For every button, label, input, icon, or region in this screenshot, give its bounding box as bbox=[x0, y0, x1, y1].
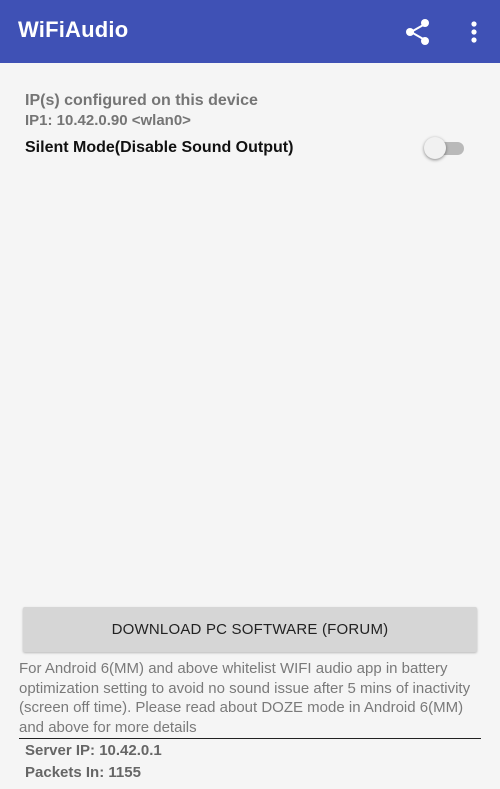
ip-heading: IP(s) configured on this device bbox=[25, 92, 258, 109]
switch-thumb bbox=[424, 137, 446, 159]
packets-in-text: Packets In: 1155 bbox=[25, 764, 141, 781]
silent-mode-label: Silent Mode(Disable Sound Output) bbox=[25, 139, 294, 156]
download-pc-software-button[interactable]: DOWNLOAD PC SOFTWARE (FORUM) bbox=[23, 607, 477, 652]
doze-notice-text: For Android 6(MM) and above whitelist WI… bbox=[19, 660, 471, 736]
silent-mode-switch[interactable] bbox=[424, 137, 466, 159]
app-title: WiFiAudio bbox=[18, 17, 129, 42]
share-button[interactable] bbox=[400, 14, 436, 50]
app-bar: WiFiAudio bbox=[0, 0, 500, 63]
more-vert-icon bbox=[471, 21, 477, 43]
server-ip-text: Server IP: 10.42.0.1 bbox=[25, 742, 162, 759]
ip-address-line: IP1: 10.42.0.90 <wlan0> bbox=[25, 112, 191, 129]
share-icon bbox=[406, 19, 429, 45]
overflow-menu-button[interactable] bbox=[458, 14, 490, 50]
divider bbox=[19, 738, 481, 739]
